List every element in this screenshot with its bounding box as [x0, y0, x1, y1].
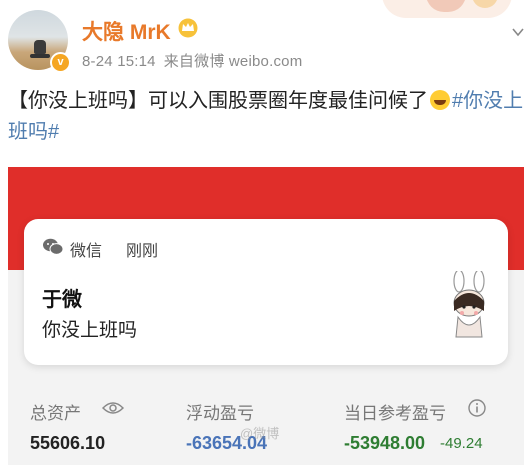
username-link[interactable]: 大隐 MrK — [82, 16, 171, 46]
daily-pl-small-value: -49.24 — [440, 435, 483, 452]
post-body-text: 【你没上班吗】可以入围股票圈年度最佳问候了 — [8, 90, 428, 112]
total-assets-label: 总资产 — [30, 404, 81, 423]
notification-time: 刚刚 — [126, 243, 159, 260]
notification-message: 你没上班吗 — [42, 320, 138, 341]
daily-pl-label: 当日参考盈亏 — [344, 404, 446, 423]
post-meta: 8-24 15:14 来自微博 weibo.com — [82, 50, 310, 71]
verified-badge-icon: v — [50, 52, 71, 73]
chevron-down-icon[interactable] — [512, 26, 524, 38]
decoration-shape — [426, 0, 466, 12]
info-icon[interactable] — [468, 399, 486, 417]
notification-sender: 于微 — [42, 289, 82, 311]
weibo-post: v 大隐 MrK 8-24 15:14 来自微博 weibo.com 【你没上班吗… — [0, 0, 532, 465]
avatar-skateboard — [30, 54, 50, 58]
laugh-tears-emoji-icon — [430, 90, 450, 110]
total-assets-value: 55606.10 — [30, 433, 106, 453]
weibo-watermark: @微博 — [240, 426, 280, 441]
header-decoration — [382, 0, 512, 18]
notification-app-name: 微信 — [70, 243, 103, 260]
post-image[interactable]: 微信 刚刚 于微 你没上班吗 总资产 浮动盈亏 当日参考盈亏 55606.10 … — [8, 167, 524, 465]
daily-pl-value: -53948.00 — [344, 433, 426, 453]
wechat-icon — [43, 238, 64, 255]
decoration-shape — [472, 0, 498, 8]
cartoon-sticker-icon — [453, 271, 485, 338]
post-text: 【你没上班吗】可以入围股票圈年度最佳问候了 #你没上班吗# — [8, 86, 528, 148]
crown-icon — [178, 18, 198, 38]
eye-icon[interactable] — [102, 400, 124, 416]
avatar-figure — [34, 40, 46, 54]
post-source[interactable]: 来自微博 weibo.com — [164, 53, 303, 70]
post-timestamp[interactable]: 8-24 15:14 — [82, 53, 156, 70]
floating-pl-label: 浮动盈亏 — [186, 404, 254, 423]
wechat-notification: 微信 刚刚 于微 你没上班吗 — [24, 219, 508, 365]
